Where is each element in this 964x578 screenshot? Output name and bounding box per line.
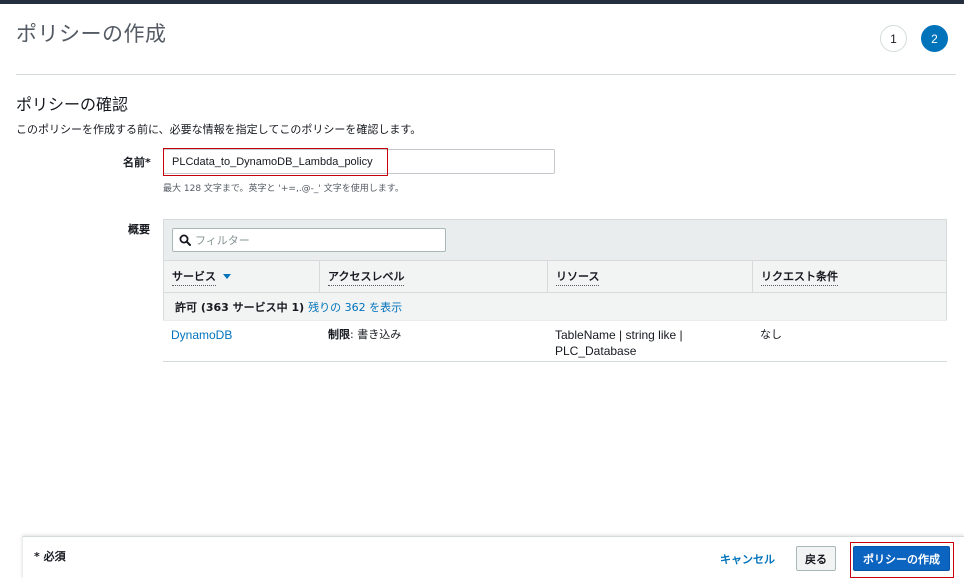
service-link[interactable]: DynamoDB	[171, 327, 232, 343]
step-indicator-2-active[interactable]: 2	[921, 25, 948, 52]
required-note: * 必須	[34, 550, 66, 563]
allow-group-label: 許可 (363 サービス中 1)	[175, 300, 305, 314]
policy-name-label: 名前*	[123, 156, 151, 169]
table-row: DynamoDB 制限: 書き込み TableName | string lik…	[163, 320, 947, 362]
column-header-resource[interactable]: リソース	[548, 261, 753, 292]
page-title: ポリシーの作成	[16, 22, 167, 46]
column-header-access-level[interactable]: アクセスレベル	[320, 261, 548, 292]
column-header-service[interactable]: サービス	[164, 261, 320, 292]
filter-box[interactable]	[172, 228, 446, 252]
allow-group-row: 許可 (363 サービス中 1) 残りの 362 を表示	[163, 293, 947, 320]
policy-name-hint: 最大 128 文字まで。英字と '+=,.@-_' 文字を使用します。	[163, 184, 404, 194]
access-level-cell: 制限: 書き込み	[328, 327, 401, 343]
footer-bar: * 必須 キャンセル 戻る ポリシーの作成	[22, 536, 964, 578]
show-remaining-link[interactable]: 残りの 362 を表示	[308, 299, 402, 315]
summary-panel: サービス アクセスレベル リソース リクエスト条件 許可 (363 サービス中 …	[163, 219, 947, 362]
step-indicator-1[interactable]: 1	[880, 25, 907, 52]
request-condition-cell: なし	[760, 328, 782, 341]
summary-label: 概要	[128, 223, 150, 236]
back-button[interactable]: 戻る	[796, 546, 836, 571]
resource-line-1: TableName | string like |	[555, 328, 683, 342]
column-header-resource-label: リソース	[556, 268, 600, 286]
sort-descending-icon[interactable]	[223, 274, 231, 279]
search-icon	[179, 234, 191, 246]
filter-input[interactable]	[195, 233, 435, 247]
filter-bar	[163, 219, 947, 260]
resource-cell: TableName | string like | PLC_Database	[555, 327, 735, 359]
resource-line-2: PLC_Database	[555, 344, 637, 358]
access-level-value: : 書き込み	[350, 328, 402, 341]
column-header-request-condition-label: リクエスト条件	[761, 268, 838, 286]
review-section-title: ポリシーの確認	[16, 95, 129, 114]
create-policy-button[interactable]: ポリシーの作成	[853, 546, 950, 571]
title-divider	[16, 74, 956, 75]
cancel-button[interactable]: キャンセル	[720, 551, 775, 567]
top-navigation-bar	[0, 0, 964, 4]
review-description: このポリシーを作成する前に、必要な情報を指定してこのポリシーを確認します。	[16, 123, 422, 136]
summary-table-header: サービス アクセスレベル リソース リクエスト条件	[163, 260, 947, 293]
column-header-request-condition[interactable]: リクエスト条件	[753, 261, 946, 292]
policy-name-input[interactable]	[163, 149, 555, 174]
column-header-service-label: サービス	[172, 268, 216, 286]
access-level-prefix: 制限	[328, 328, 350, 341]
column-header-access-level-label: アクセスレベル	[328, 268, 405, 286]
